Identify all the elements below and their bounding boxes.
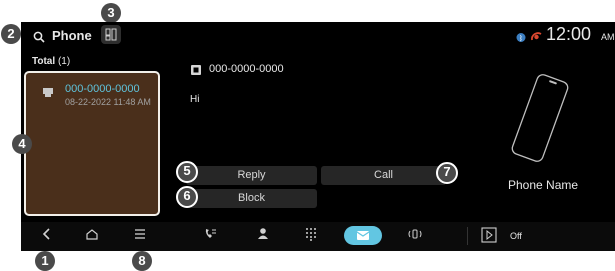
message-type-icon xyxy=(42,85,54,103)
app-title: Phone xyxy=(52,28,92,43)
callout-4: 4 xyxy=(12,134,32,154)
callout-3: 3 xyxy=(101,3,121,23)
clock-ampm: AM xyxy=(601,32,615,42)
callout-6: 6 xyxy=(176,186,198,208)
menu-icon[interactable] xyxy=(133,228,147,243)
call-history-icon[interactable] xyxy=(203,227,217,244)
message-timestamp: 08-22-2022 11:48 AM xyxy=(65,97,151,107)
call-button[interactable]: Call xyxy=(321,166,446,185)
reply-button[interactable]: Reply xyxy=(186,166,317,185)
callout-8: 8 xyxy=(132,251,152,271)
contacts-icon[interactable] xyxy=(257,227,269,243)
callout-2: 2 xyxy=(1,24,21,44)
infotainment-screen: Phone ᛒ 12:00 AM Total (1) 000-0000-0000… xyxy=(21,22,615,251)
message-list-item[interactable]: 000-0000-0000 08-22-2022 11:48 AM xyxy=(24,71,160,216)
phone-name: Phone Name xyxy=(508,178,579,192)
message-number: 000-0000-0000 xyxy=(65,83,140,95)
bottom-bar xyxy=(21,222,615,251)
media-play-icon[interactable] xyxy=(481,227,497,246)
message-icon xyxy=(356,231,370,240)
detail-number: 000-0000-0000 xyxy=(209,63,284,75)
dialpad-icon[interactable] xyxy=(305,227,317,244)
back-icon[interactable] xyxy=(39,227,53,244)
total-count: (1) xyxy=(57,56,71,67)
message-body: Hi xyxy=(190,94,200,105)
callout-5: 5 xyxy=(176,161,198,183)
home-icon[interactable] xyxy=(85,228,99,244)
phone-illustration xyxy=(510,68,570,173)
signal-status-icon xyxy=(530,29,543,47)
callout-7: 7 xyxy=(436,162,458,184)
callout-1: 1 xyxy=(35,251,55,271)
media-status: Off xyxy=(510,231,522,241)
bluetooth-status-icon: ᛒ xyxy=(515,30,527,48)
block-button[interactable]: Block xyxy=(186,189,317,208)
total-label: Total (1) xyxy=(32,56,70,67)
device-connection-icon[interactable] xyxy=(406,228,424,243)
split-screen-icon[interactable] xyxy=(101,25,121,44)
svg-text:ᛒ: ᛒ xyxy=(519,35,523,43)
search-icon[interactable] xyxy=(33,30,45,43)
sim-icon xyxy=(190,63,202,81)
media-separator xyxy=(467,227,468,245)
clock: 12:00 xyxy=(546,24,592,44)
messages-tab-active[interactable] xyxy=(344,226,382,245)
total-text: Total xyxy=(32,56,56,67)
